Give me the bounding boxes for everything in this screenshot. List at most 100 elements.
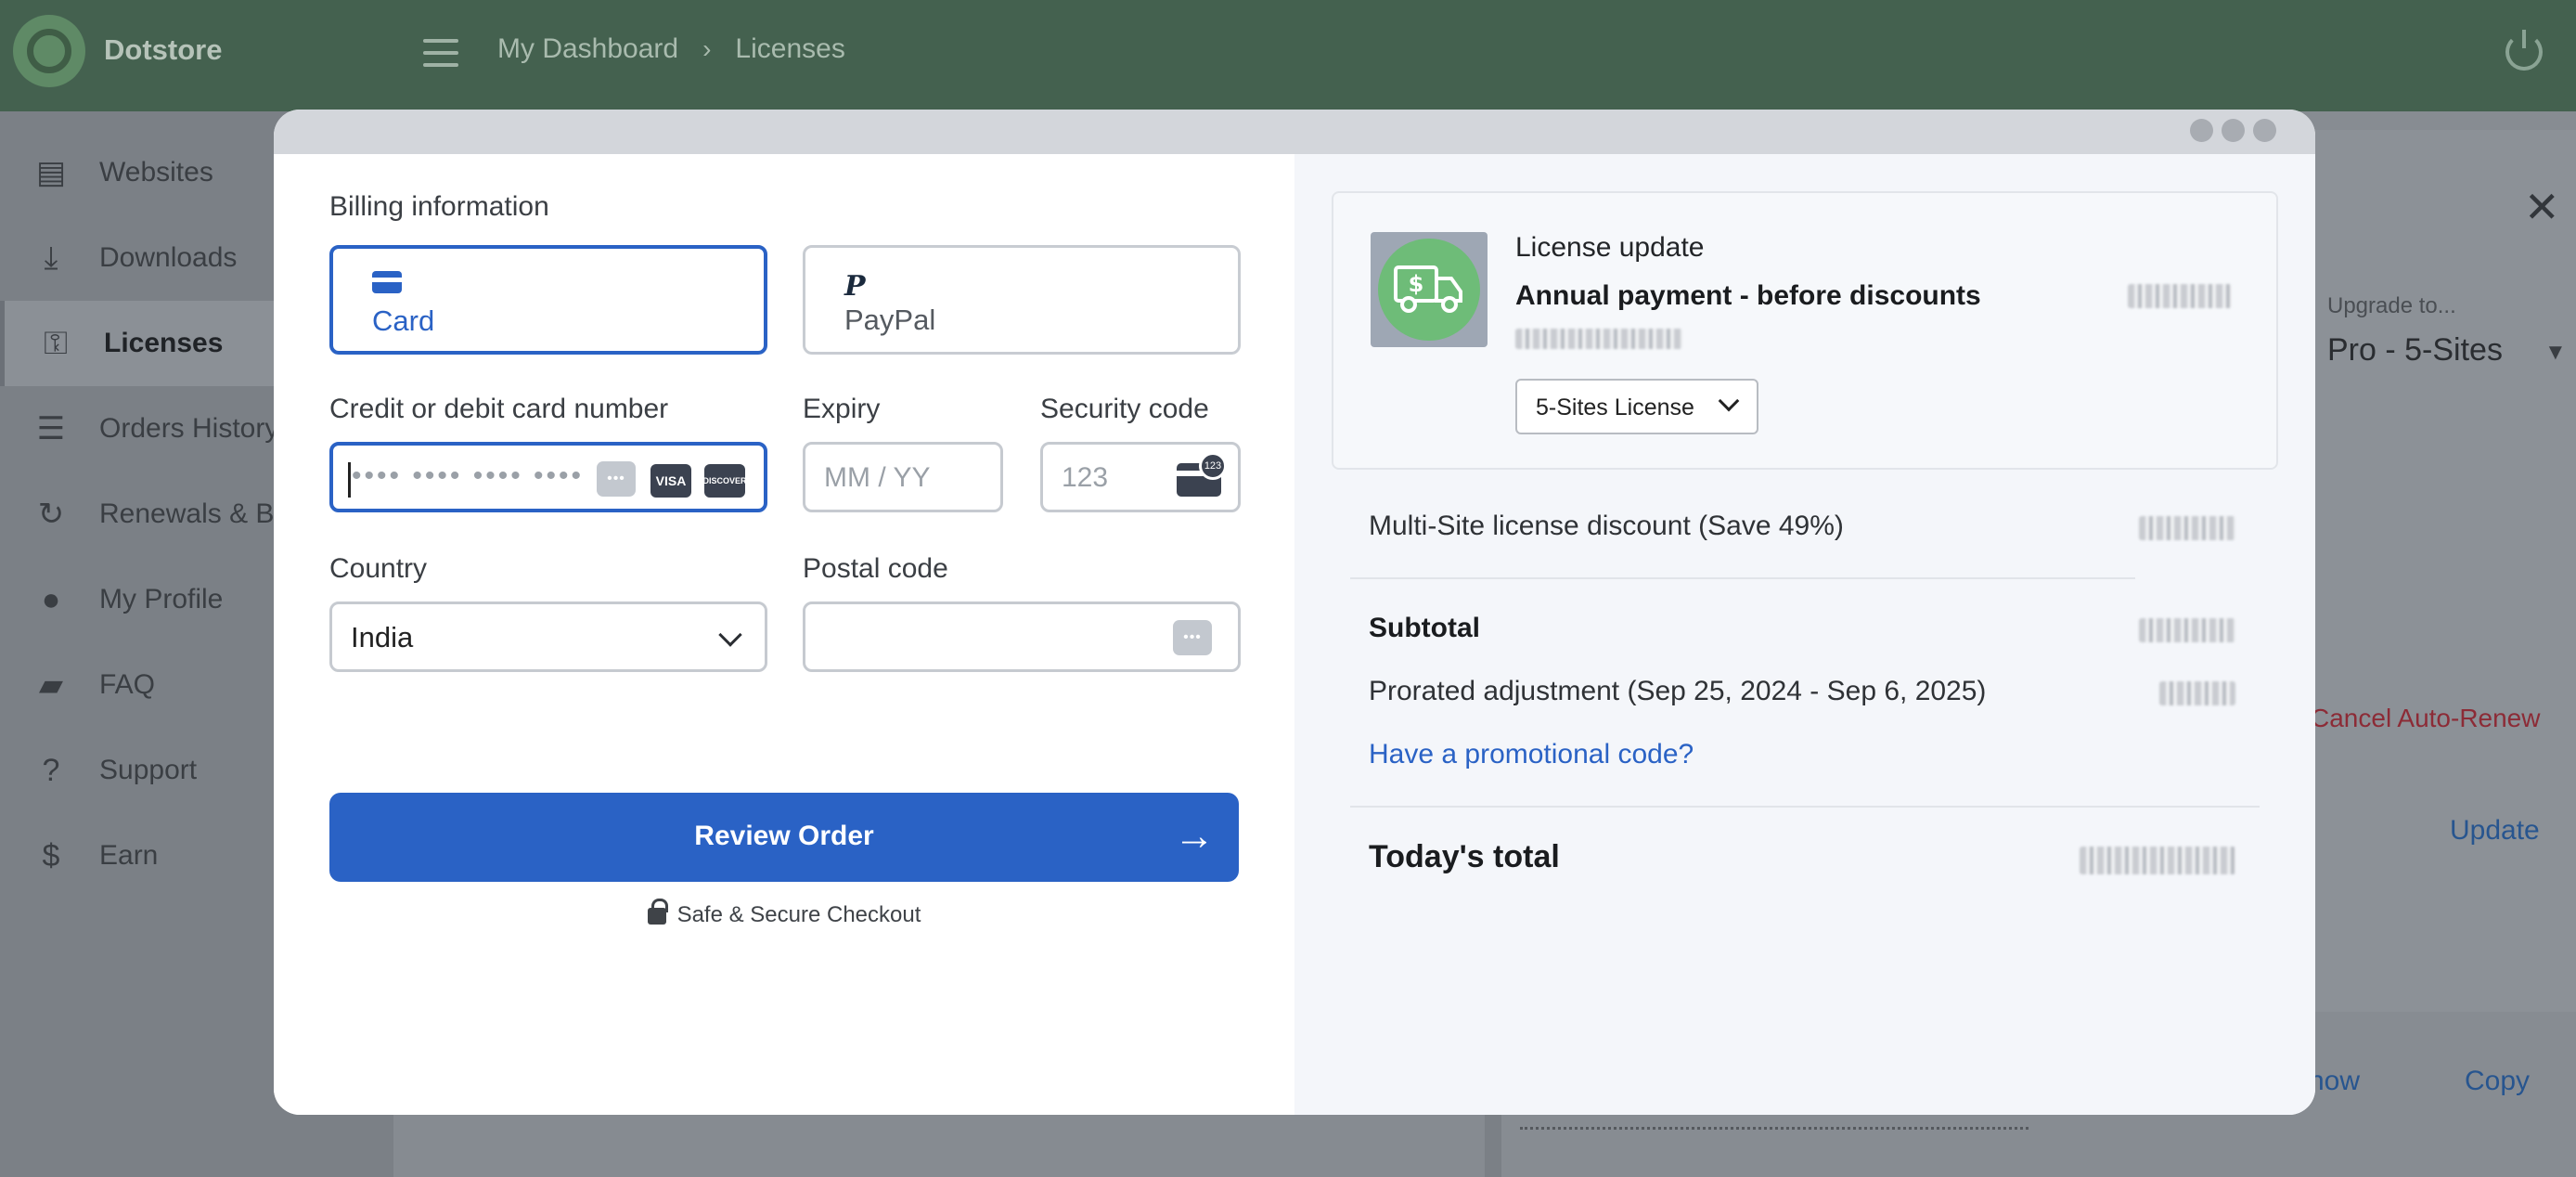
sidebar-item-label: Downloads — [99, 242, 238, 273]
browser-window-icon: ▤ — [35, 155, 67, 190]
card-icon — [372, 271, 402, 293]
expiry-input[interactable]: MM / YY — [803, 442, 1003, 512]
upgrade-select[interactable]: Pro - 5-Sites — [2327, 332, 2503, 369]
card-number-input[interactable]: •••• •••• •••• •••• ••• VISA DISCOVER — [329, 442, 767, 512]
expiry-label: Expiry — [803, 394, 881, 424]
checkout-modal: Billing information Card P PayPal Credit… — [274, 110, 2315, 1115]
billing-title: Billing information — [329, 191, 549, 222]
chat-icon: ▰ — [38, 667, 64, 703]
sidebar-item-label: FAQ — [99, 669, 156, 700]
review-order-label: Review Order — [694, 821, 874, 851]
brand-name: Dotstore — [104, 33, 223, 66]
caret-down-icon: ▼ — [2544, 340, 2567, 365]
download-icon: ⤓ — [44, 239, 58, 276]
refresh-icon: ↻ — [37, 497, 65, 532]
sidebar-item-label: Licenses — [104, 328, 224, 358]
close-icon[interactable]: ✕ — [2524, 182, 2560, 232]
window-dot-icon — [2190, 119, 2213, 142]
prorated-adjustment-label: Prorated adjustment (Sep 25, 2024 - Sep … — [1369, 676, 1987, 706]
redacted-discount-amount — [2139, 516, 2235, 540]
window-dot-icon — [2253, 119, 2276, 142]
secure-checkout-text: Safe & Secure Checkout — [676, 902, 921, 927]
svg-text:$: $ — [1409, 271, 1424, 297]
secure-checkout-note: Safe & Secure Checkout — [274, 899, 1294, 928]
country-label: Country — [329, 553, 428, 584]
payment-method-paypal[interactable]: P PayPal — [803, 245, 1241, 355]
redacted-annual-amount — [2128, 284, 2232, 308]
chevron-down-icon — [1718, 390, 1740, 412]
sidebar-item-label: My Profile — [99, 584, 224, 614]
card-number-value: •••• •••• •••• •••• — [352, 460, 585, 491]
menu-icon[interactable] — [423, 39, 458, 67]
visa-icon: VISA — [650, 464, 691, 498]
country-select[interactable]: India — [329, 601, 767, 672]
text-cursor — [348, 462, 351, 498]
chevron-down-icon — [718, 623, 742, 647]
postal-code-label: Postal code — [803, 553, 948, 584]
cvc-card-icon: 123 — [1177, 452, 1227, 497]
breadcrumb: My Dashboard › Licenses — [497, 33, 845, 65]
order-summary: $ License update Annual payment - before… — [1294, 154, 2315, 1115]
todays-total-label: Today's total — [1369, 839, 1560, 874]
security-code-input[interactable]: 123 123 — [1040, 442, 1241, 512]
sidebar-item-label: Websites — [99, 157, 213, 188]
payment-method-label: PayPal — [844, 304, 936, 336]
divider — [1350, 806, 2260, 808]
chevron-right-icon: › — [702, 34, 712, 63]
lock-icon — [647, 899, 668, 925]
multisite-discount-label: Multi-Site license discount (Save 49%) — [1369, 511, 1844, 541]
country-value: India — [351, 621, 414, 653]
dotstore-logo[interactable] — [13, 15, 85, 87]
autofill-key-icon[interactable]: ••• — [1173, 620, 1212, 655]
license-select[interactable]: 5-Sites License — [1515, 379, 1758, 434]
breadcrumb-licenses: Licenses — [735, 33, 845, 64]
modal-title-bar — [274, 110, 2315, 154]
license-thumbnail: $ — [1371, 232, 1488, 347]
payment-method-card[interactable]: Card — [329, 245, 767, 355]
paypal-icon: P — [844, 270, 866, 303]
update-link[interactable]: Update — [2450, 815, 2540, 847]
security-placeholder: 123 — [1062, 462, 1109, 493]
sidebar-item-label: Renewals & Bil — [99, 498, 287, 529]
license-panel-background — [393, 1105, 1485, 1177]
annual-payment-label: Annual payment - before discounts — [1515, 280, 1981, 311]
arrow-right-icon: → — [1174, 813, 1215, 859]
license-update-title: License update — [1515, 232, 1705, 263]
subtotal-label: Subtotal — [1369, 613, 1480, 643]
key-icon: ⚿ — [44, 325, 68, 361]
postal-code-input[interactable]: ••• — [803, 601, 1241, 672]
sidebar-item-label: Support — [99, 755, 198, 785]
dollar-icon: $ — [42, 837, 60, 873]
copy-link[interactable]: Copy — [2465, 1066, 2530, 1097]
show-link[interactable]: how — [2309, 1066, 2360, 1097]
divider — [1350, 577, 2135, 579]
redacted-prorated-amount — [2159, 681, 2235, 705]
expiry-placeholder: MM / YY — [824, 462, 931, 493]
license-update-card: $ License update Annual payment - before… — [1332, 191, 2278, 470]
discover-icon: DISCOVER — [703, 464, 747, 498]
redacted-price-detail — [1515, 329, 1682, 349]
sidebar-item-label: Orders History — [99, 413, 279, 444]
top-bar: Dotstore My Dashboard › Licenses — [0, 0, 2576, 111]
security-code-label: Security code — [1040, 394, 1209, 424]
cancel-auto-renew-link[interactable]: Cancel Auto-Renew — [2311, 704, 2540, 733]
autofill-key-icon[interactable]: ••• — [597, 461, 636, 497]
license-select-value: 5-Sites License — [1536, 394, 1694, 420]
window-dot-icon — [2222, 119, 2245, 142]
person-icon: ● — [41, 581, 61, 617]
breadcrumb-dashboard[interactable]: My Dashboard — [497, 33, 678, 65]
review-order-button[interactable]: Review Order → — [329, 793, 1239, 882]
billing-form: Billing information Card P PayPal Credit… — [274, 154, 1294, 1115]
delivery-truck-icon: $ — [1378, 239, 1480, 341]
redacted-total-amount — [2080, 847, 2235, 874]
redacted-subtotal-amount — [2139, 618, 2235, 642]
payment-method-label: Card — [372, 304, 435, 337]
promo-code-link[interactable]: Have a promotional code? — [1369, 739, 1694, 770]
power-icon[interactable] — [2505, 30, 2543, 71]
card-number-label: Credit or debit card number — [329, 394, 669, 424]
license-key-dotted-line — [1520, 1127, 2029, 1130]
help-icon: ? — [42, 752, 60, 788]
upgrade-label: Upgrade to... — [2327, 293, 2456, 318]
receipt-icon: ☰ — [36, 411, 66, 446]
sidebar-item-label: Earn — [99, 840, 159, 871]
